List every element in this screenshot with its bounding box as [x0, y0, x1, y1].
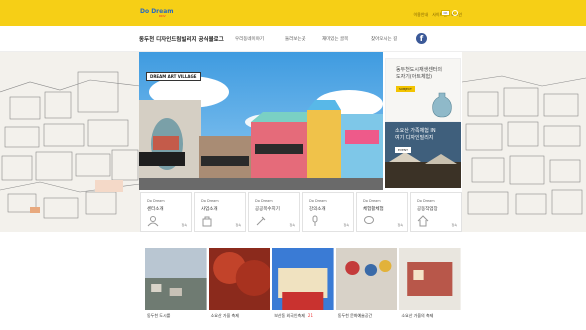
category-name: 체험활체험 [363, 207, 384, 212]
mic-icon [312, 215, 318, 226]
post-comment-count: 21 [307, 313, 313, 318]
category-go: 접속 [397, 223, 403, 227]
side-promo-family-title: 소요산 가족체험 IN 여기 디자인빌리지 [395, 128, 436, 141]
category-kicker: Do Dream [309, 199, 327, 203]
side-promo-pottery[interactable]: 동두천도시재생센터의 도자기(아트체험) SUBJECT [385, 58, 461, 122]
post-caption: 소요산 가을의 축제 [401, 313, 434, 318]
home-icon [417, 215, 429, 227]
side-promo-pottery-title: 동두천도시재생센터의 도자기(아트체험) [396, 67, 443, 80]
village-sketch-left [0, 52, 140, 232]
category-go: 접속 [343, 223, 349, 227]
chat-icon [364, 216, 374, 224]
category-go: 접속 [235, 223, 241, 227]
language-select[interactable]: KR [441, 10, 450, 16]
search-icon[interactable] [452, 10, 458, 16]
post-caption: 동두천 문화예술공간 [337, 313, 373, 318]
post-card[interactable]: 소요산 가을 축제 [208, 248, 271, 330]
category-tile-lectures[interactable]: Do Dream 강의소개 접속 [302, 192, 354, 232]
nav-item-directions[interactable]: 찾아오시는 길 [371, 36, 397, 42]
post-thumbnail [145, 248, 207, 310]
main-nav: 동두천 디자인드림빌리지 공식블로그 우리동네이야기 둘러보는곳 재미있는 골목… [0, 26, 586, 52]
category-go: 접속 [451, 223, 457, 227]
post-list: 동두천 도시를 소요산 가을 축제 보산동 외국인축제 21 동두천 문화예술공간… [145, 248, 461, 330]
category-name: 강의소개 [309, 207, 326, 212]
category-kicker: Do Dream [255, 199, 273, 203]
category-tile-center[interactable]: Do Dream 센터소개 접속 [140, 192, 192, 232]
category-tile-experience[interactable]: Do Dream 체험활체험 접속 [356, 192, 408, 232]
post-card[interactable]: 동두천 도시를 [145, 248, 207, 330]
user-icon [147, 216, 159, 227]
category-kicker: Do Dream [363, 199, 381, 203]
side-promo-pottery-badge: SUBJECT [396, 86, 415, 92]
post-thumbnail [208, 248, 271, 310]
category-tile-carpentry[interactable]: Do Dream 공공목수지기 접속 [248, 192, 300, 232]
top-bar: Do Dream DDV 이용안내 사이트맵 로그인 KR [0, 0, 586, 26]
category-name: 공공목수지기 [255, 207, 280, 212]
post-caption: 동두천 도시를 [147, 313, 171, 318]
post-thumbnail [272, 248, 334, 310]
category-name: 센터소개 [147, 207, 164, 212]
pottery-icon [432, 92, 452, 118]
side-promo-family-badge: EVENT [395, 147, 411, 153]
hero-tag: DREAM ART VILLAGE [146, 72, 201, 81]
category-go: 접속 [289, 223, 295, 227]
site-logo-sub: DDV [159, 14, 166, 18]
category-kicker: Do Dream [201, 199, 219, 203]
nav-item-story[interactable]: 우리동네이야기 [235, 36, 264, 42]
bag-icon [202, 216, 212, 227]
facebook-icon[interactable]: f [416, 33, 427, 44]
site-logo[interactable]: Do Dream [140, 8, 174, 15]
nav-item-places[interactable]: 둘러보는곳 [285, 36, 306, 42]
blog-title[interactable]: 동두천 디자인드림빌리지 공식블로그 [139, 35, 224, 43]
side-promo-family[interactable]: 소요산 가족체험 IN 여기 디자인빌리지 EVENT [385, 122, 461, 188]
post-card[interactable]: 보산동 외국인축제 21 [272, 248, 334, 330]
category-go: 접속 [181, 223, 187, 227]
category-tile-workshop[interactable]: Do Dream 공동작업장 접속 [410, 192, 462, 232]
top-link-guide[interactable]: 이용안내 [413, 12, 428, 18]
tools-icon [256, 216, 266, 226]
category-kicker: Do Dream [147, 199, 165, 203]
village-sketch-right [462, 52, 586, 232]
post-caption: 소요산 가을 축제 [210, 313, 239, 318]
post-card[interactable]: 동두천 문화예술공간 [335, 248, 398, 330]
category-name: 사업소개 [201, 207, 218, 212]
post-card[interactable]: 소요산 가을의 축제 [399, 248, 461, 330]
category-tiles: Do Dream 센터소개 접속 Do Dream 사업소개 접속 Do Dre… [140, 192, 462, 232]
post-thumbnail [399, 248, 461, 310]
category-kicker: Do Dream [417, 199, 435, 203]
category-tile-business[interactable]: Do Dream 사업소개 접속 [194, 192, 246, 232]
category-name: 공동작업장 [417, 207, 438, 212]
nav-item-alley[interactable]: 재미있는 골목 [322, 36, 348, 42]
post-caption: 보산동 외국인축제 21 [274, 313, 313, 318]
post-thumbnail [335, 248, 398, 310]
